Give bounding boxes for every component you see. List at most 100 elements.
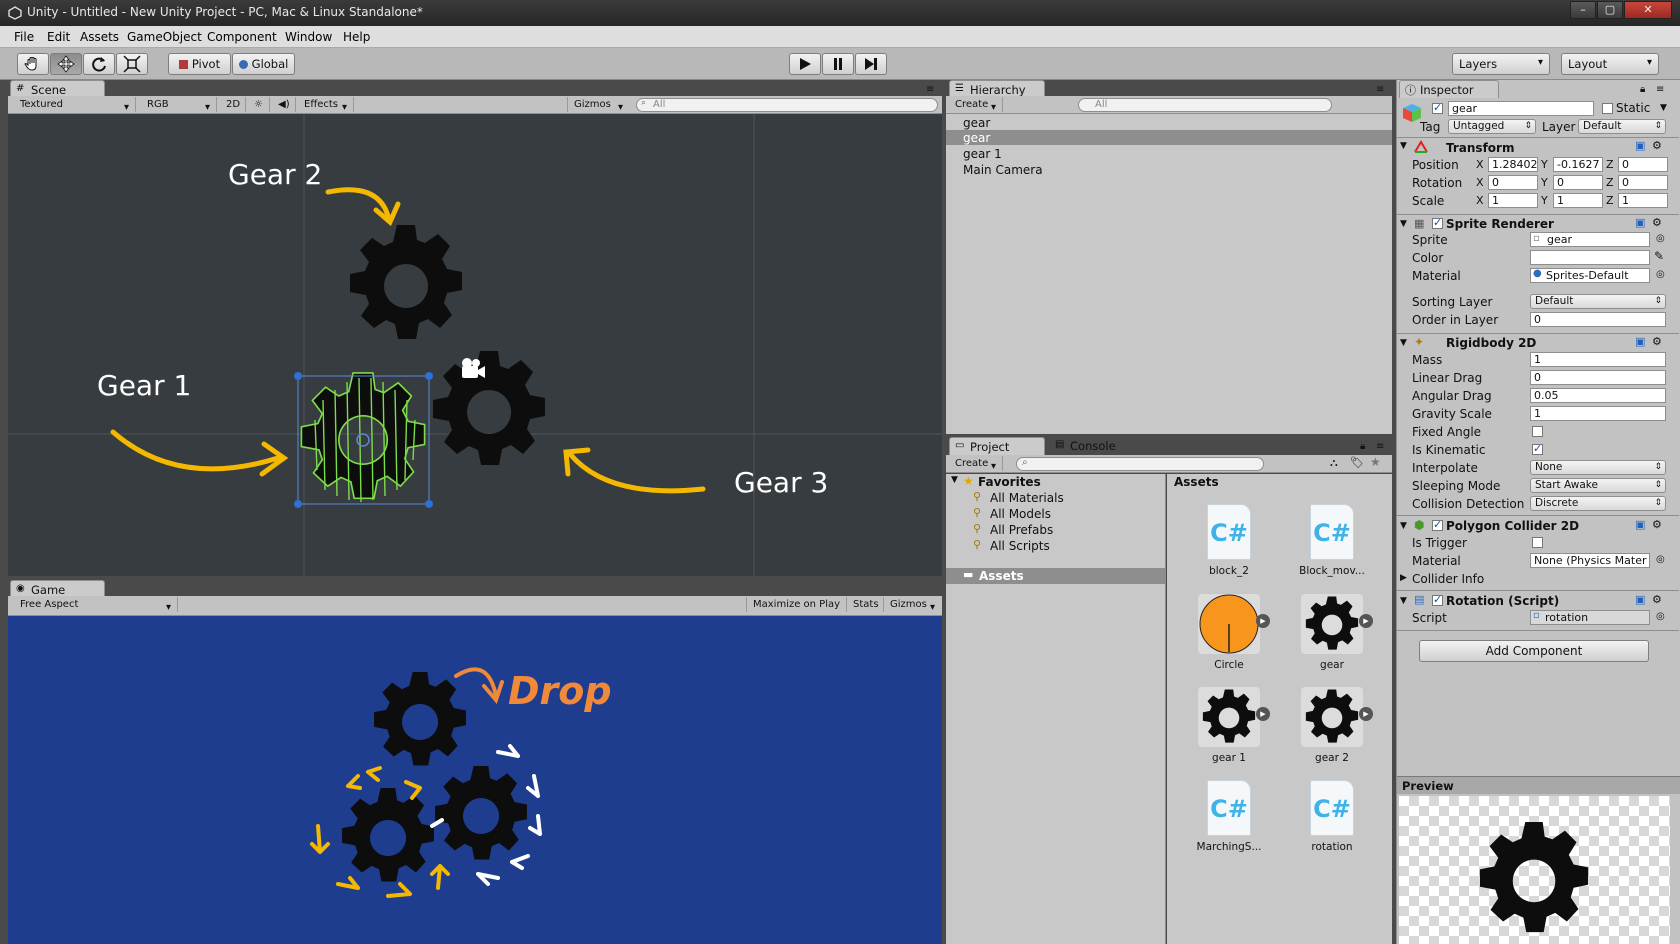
move-tool-button[interactable] — [50, 53, 82, 75]
game-gizmos-dropdown[interactable]: Gizmos — [883, 597, 941, 615]
asset-item[interactable]: C# Block_mov... — [1287, 504, 1377, 577]
material-field[interactable]: Sprites-Default — [1530, 268, 1650, 283]
collapse-arrow-icon[interactable]: ▼ — [1400, 141, 1407, 151]
sprite-field[interactable]: gear — [1530, 232, 1650, 247]
rotate-tool-button[interactable] — [83, 53, 115, 75]
play-button[interactable] — [789, 53, 821, 75]
axis-label[interactable]: X — [1476, 194, 1484, 207]
layers-dropdown[interactable]: Layers — [1452, 53, 1550, 75]
gear-2-sprite[interactable] — [350, 225, 462, 339]
sleeping-mode-dropdown[interactable]: Start Awake — [1530, 478, 1666, 493]
scene-search-input[interactable]: All — [636, 98, 938, 112]
eyedropper-icon[interactable]: ✎ — [1654, 249, 1664, 263]
sprite-renderer-enabled-checkbox[interactable] — [1432, 216, 1443, 229]
scale-y-field[interactable]: 1 — [1553, 193, 1603, 208]
object-picker-icon[interactable]: ◎ — [1656, 554, 1665, 565]
panel-menu-icon[interactable]: ≡ — [926, 84, 934, 95]
effects-dropdown[interactable]: Effects — [298, 97, 354, 115]
polygon-collider-enabled-checkbox[interactable] — [1432, 518, 1443, 531]
gear-settings-icon[interactable]: ⚙ — [1652, 335, 1662, 348]
tab-inspector[interactable]: ⓘ Inspector — [1399, 80, 1499, 98]
project-search-input[interactable] — [1016, 457, 1264, 471]
gear-settings-icon[interactable]: ⚙ — [1652, 593, 1662, 606]
maximize-on-play-toggle[interactable]: Maximize on Play — [746, 597, 846, 612]
mass-field[interactable]: 1 — [1530, 352, 1666, 367]
object-picker-icon[interactable]: ◎ — [1656, 611, 1665, 622]
rotation-x-field[interactable]: 0 — [1488, 175, 1538, 190]
2d-toggle[interactable]: 2D — [220, 97, 246, 112]
asset-item[interactable]: ▶ gear 1 — [1184, 687, 1274, 764]
static-checkbox[interactable] — [1602, 103, 1613, 114]
pivot-toggle[interactable]: Pivot — [168, 53, 231, 75]
menu-gameobject[interactable]: GameObject — [127, 30, 202, 44]
axis-label[interactable]: X — [1476, 176, 1484, 189]
panel-menu-icon[interactable]: ≡ — [1376, 441, 1384, 452]
active-checkbox[interactable] — [1432, 101, 1443, 114]
lighting-toggle[interactable]: ☼ — [248, 97, 270, 112]
sorting-layer-dropdown[interactable]: Default — [1530, 294, 1666, 309]
asset-item[interactable]: ▶ gear 2 — [1287, 687, 1377, 764]
help-book-icon[interactable]: ▣ — [1635, 518, 1645, 531]
render-mode-dropdown[interactable]: RGB — [141, 97, 217, 115]
hierarchy-item[interactable]: gear 1 — [963, 147, 1002, 161]
scene-canvas[interactable]: Gear 2 Gear 1 Gear 3 — [8, 114, 942, 576]
object-picker-icon[interactable]: ◎ — [1656, 233, 1665, 244]
global-toggle[interactable]: Global — [232, 53, 295, 75]
stats-toggle[interactable]: Stats — [846, 597, 882, 612]
scale-tool-button[interactable] — [116, 53, 148, 75]
tab-project[interactable]: ▭ Project — [949, 437, 1045, 455]
hierarchy-search-input[interactable]: All — [1078, 98, 1332, 112]
asset-item[interactable]: C# rotation — [1287, 780, 1377, 853]
add-component-button[interactable]: Add Component — [1419, 640, 1649, 662]
axis-label[interactable]: Z — [1606, 194, 1614, 207]
help-book-icon[interactable]: ▣ — [1635, 216, 1645, 229]
favorites-item[interactable]: All Models — [990, 507, 1051, 521]
hand-tool-button[interactable] — [17, 53, 49, 75]
position-y-field[interactable]: -0.1627 — [1553, 157, 1603, 172]
aspect-dropdown[interactable]: Free Aspect — [14, 597, 178, 615]
angular-drag-field[interactable]: 0.05 — [1530, 388, 1666, 403]
minimize-button[interactable]: – — [1570, 1, 1596, 19]
favorites-item[interactable]: All Materials — [990, 491, 1064, 505]
gear-3-sprite[interactable] — [433, 351, 545, 465]
asset-item[interactable]: C# MarchingS... — [1184, 780, 1274, 853]
gravity-scale-field[interactable]: 1 — [1530, 406, 1666, 421]
position-z-field[interactable]: 0 — [1618, 157, 1668, 172]
rotation-z-field[interactable]: 0 — [1618, 175, 1668, 190]
help-book-icon[interactable]: ▣ — [1635, 593, 1645, 606]
menu-edit[interactable]: Edit — [47, 30, 70, 44]
panel-menu-icon[interactable]: ≡ — [1376, 84, 1384, 95]
is-kinematic-checkbox[interactable] — [1532, 442, 1543, 455]
gear-settings-icon[interactable]: ⚙ — [1652, 216, 1662, 229]
expand-sprite-icon[interactable]: ▶ — [1256, 707, 1270, 721]
menu-window[interactable]: Window — [285, 30, 332, 44]
pause-button[interactable] — [822, 53, 854, 75]
sprite-renderer-title[interactable]: Sprite Renderer — [1446, 217, 1554, 231]
tab-console[interactable]: ▤ Console — [1050, 437, 1150, 455]
gear-settings-icon[interactable]: ⚙ — [1652, 518, 1662, 531]
help-book-icon[interactable]: ▣ — [1635, 335, 1645, 348]
expand-arrow-icon[interactable]: ▶ — [1400, 573, 1407, 583]
expand-sprite-icon[interactable]: ▶ — [1359, 614, 1373, 628]
polygon-collider-title[interactable]: Polygon Collider 2D — [1446, 519, 1579, 533]
axis-label[interactable]: Z — [1606, 158, 1614, 171]
hierarchy-create-dropdown[interactable]: Create — [949, 97, 1003, 115]
expand-sprite-icon[interactable]: ▶ — [1359, 707, 1373, 721]
static-dropdown-arrow-icon[interactable]: ▼ — [1660, 103, 1667, 113]
collision-detection-dropdown[interactable]: Discrete — [1530, 496, 1666, 511]
linear-drag-field[interactable]: 0 — [1530, 370, 1666, 385]
help-book-icon[interactable]: ▣ — [1635, 139, 1645, 152]
hierarchy-item-selected[interactable]: gear — [963, 131, 990, 145]
expand-arrow-icon[interactable]: ▼ — [951, 475, 958, 485]
lock-icon[interactable]: 🔒︎ — [1360, 441, 1365, 452]
gear-settings-icon[interactable]: ⚙ — [1652, 139, 1662, 152]
axis-label[interactable]: Y — [1541, 158, 1548, 171]
resize-handle[interactable] — [294, 372, 302, 380]
interpolate-dropdown[interactable]: None — [1530, 460, 1666, 475]
axis-label[interactable]: Y — [1541, 176, 1548, 189]
rotation-script-enabled-checkbox[interactable] — [1432, 593, 1443, 606]
asset-item[interactable]: ▶ gear — [1287, 594, 1377, 671]
filter-type-icon[interactable]: ⛬ — [1330, 456, 1338, 470]
collider-info-foldout[interactable]: Collider Info — [1412, 572, 1484, 586]
audio-toggle[interactable]: ◀) — [272, 97, 296, 112]
